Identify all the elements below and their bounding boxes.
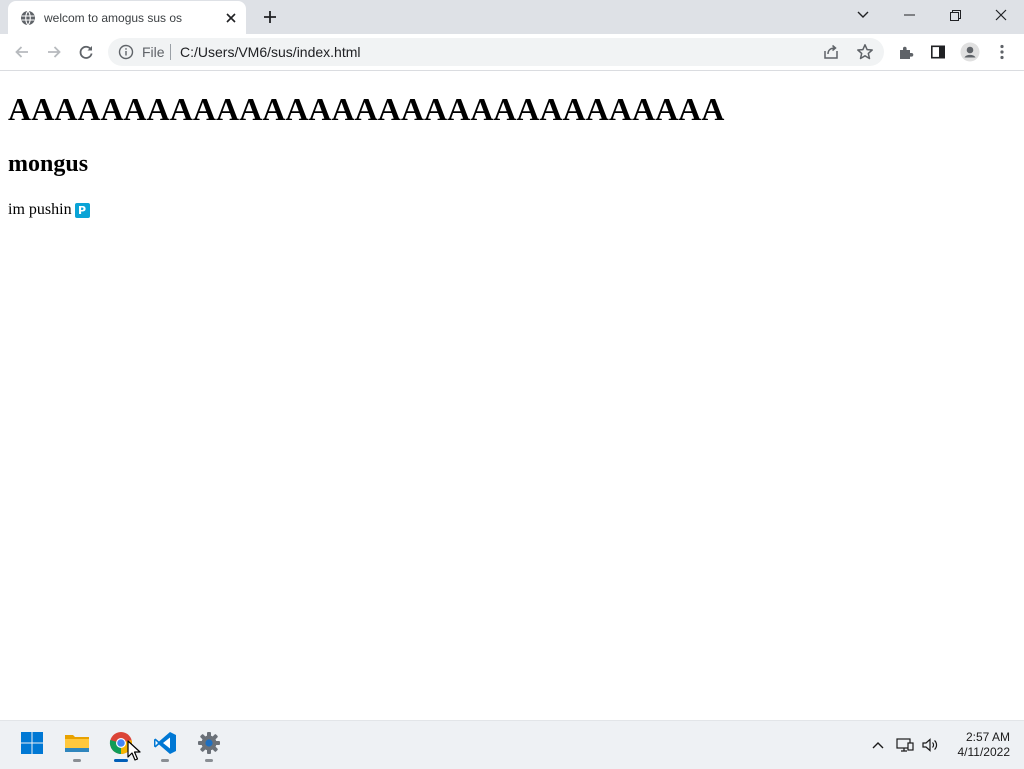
restore-button[interactable] [932, 0, 978, 30]
running-indicator [73, 759, 81, 762]
taskbar-file-explorer[interactable] [59, 727, 95, 763]
page-paragraph: im pushin P [8, 201, 90, 219]
reload-button[interactable] [72, 38, 100, 66]
settings-icon [197, 731, 221, 760]
extensions-icon[interactable] [892, 38, 920, 66]
profile-avatar-icon[interactable] [956, 38, 984, 66]
address-bar[interactable]: File C:/Users/VM6/sus/index.html [108, 38, 884, 66]
taskbar-settings[interactable] [191, 727, 227, 763]
omnibox-separator [170, 44, 171, 60]
taskbar: 2:57 AM 4/11/2022 [0, 720, 1024, 769]
tab-active[interactable]: welcom to amogus sus os [8, 1, 246, 34]
running-indicator [205, 759, 213, 762]
browser-toolbar: File C:/Users/VM6/sus/index.html [0, 34, 1024, 71]
back-button[interactable] [8, 38, 36, 66]
share-icon[interactable] [822, 43, 840, 61]
taskbar-clock[interactable]: 2:57 AM 4/11/2022 [940, 730, 1011, 760]
globe-icon [20, 10, 36, 26]
scheme-label: File [142, 44, 165, 60]
side-panel-icon[interactable] [924, 38, 952, 66]
tab-close-icon[interactable] [222, 9, 240, 27]
tab-strip: welcom to amogus sus os [0, 0, 1024, 34]
taskbar-vscode[interactable] [147, 727, 183, 763]
tab-title: welcom to amogus sus os [44, 11, 183, 25]
close-window-button[interactable] [978, 0, 1024, 30]
tab-search-chevron-icon[interactable] [840, 0, 886, 30]
forward-button[interactable] [40, 38, 68, 66]
volume-icon[interactable] [920, 735, 940, 755]
active-indicator [114, 759, 128, 762]
vscode-icon [153, 731, 177, 760]
file-explorer-icon [64, 731, 90, 760]
start-icon [20, 731, 44, 760]
running-indicator [161, 759, 169, 762]
p-button-emoji: P [74, 202, 90, 218]
clock-date: 4/11/2022 [957, 745, 1011, 759]
site-info-icon[interactable] [118, 44, 134, 60]
minimize-button[interactable] [886, 0, 932, 30]
show-hidden-icons-chevron-icon[interactable] [868, 735, 888, 755]
mouse-cursor-icon [127, 740, 141, 767]
menu-kebab-icon[interactable] [988, 38, 1016, 66]
page-content: AAAAAAAAAAAAAAAAAAAAAAAAAAAAAAA mongus i… [0, 71, 1024, 720]
network-icon[interactable] [895, 735, 915, 755]
bookmark-star-icon[interactable] [856, 43, 874, 61]
clock-time: 2:57 AM [965, 730, 1010, 744]
page-heading: AAAAAAAAAAAAAAAAAAAAAAAAAAAAAAA [8, 91, 725, 127]
paragraph-text: im pushin [8, 201, 72, 218]
new-tab-button[interactable] [258, 6, 282, 28]
url-text[interactable]: C:/Users/VM6/sus/index.html [180, 44, 361, 60]
page-subheading: mongus [8, 151, 89, 177]
start-button[interactable] [14, 727, 50, 763]
